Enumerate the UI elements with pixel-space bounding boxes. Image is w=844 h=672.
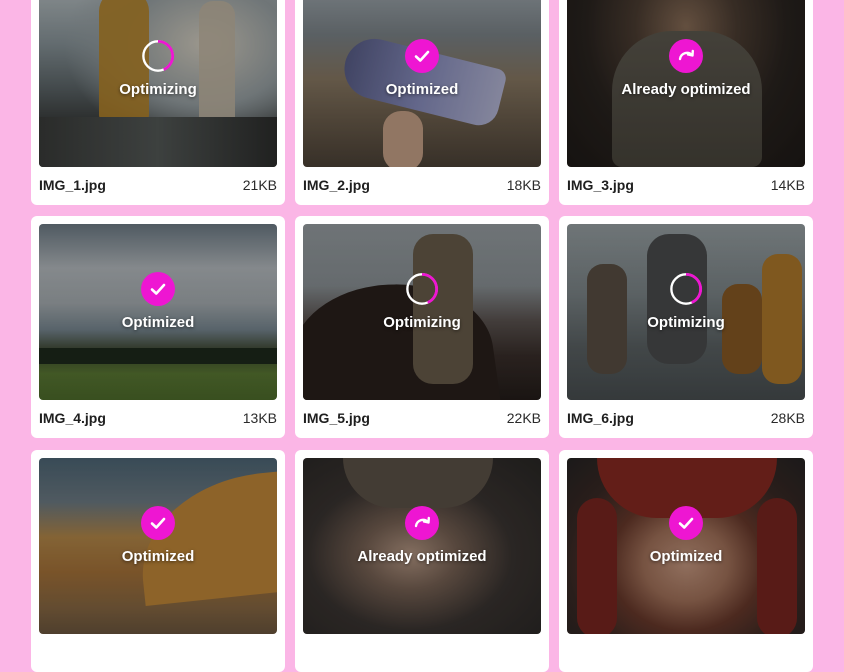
- image-card[interactable]: Optimized: [559, 450, 813, 672]
- image-thumbnail: Optimizing: [567, 224, 805, 400]
- status-label: Optimizing: [119, 81, 197, 98]
- spinner-icon: [141, 39, 175, 73]
- image-card[interactable]: Optimized IMG_4.jpg 13KB: [31, 216, 285, 438]
- image-card[interactable]: Already optimized: [295, 450, 549, 672]
- image-thumbnail: Optimizing: [39, 0, 277, 167]
- image-card[interactable]: Already optimized IMG_3.jpg 14KB: [559, 0, 813, 205]
- image-thumbnail: Optimized: [39, 458, 277, 634]
- image-thumbnail: Already optimized: [303, 458, 541, 634]
- file-size: 28KB: [770, 410, 805, 426]
- status-label: Optimized: [649, 548, 723, 565]
- image-thumbnail: Already optimized: [567, 0, 805, 167]
- status-overlay: Optimized: [39, 506, 277, 565]
- status-overlay: Already optimized: [567, 39, 805, 98]
- redo-arrow-icon: [405, 506, 439, 540]
- status-label: Optimized: [121, 548, 195, 565]
- file-size: 21KB: [242, 177, 277, 193]
- file-name: IMG_3.jpg: [567, 177, 634, 193]
- check-icon: [669, 506, 703, 540]
- image-thumbnail: Optimizing: [303, 224, 541, 400]
- status-overlay: Optimizing: [567, 272, 805, 331]
- status-overlay: Optimized: [567, 506, 805, 565]
- status-overlay: Optimizing: [303, 272, 541, 331]
- status-overlay: Optimizing: [39, 39, 277, 98]
- file-name: IMG_5.jpg: [303, 410, 370, 426]
- check-icon: [405, 39, 439, 73]
- status-overlay: Already optimized: [303, 506, 541, 565]
- file-size: 22KB: [506, 410, 541, 426]
- status-overlay: Optimized: [303, 39, 541, 98]
- image-card[interactable]: Optimized IMG_2.jpg 18KB: [295, 0, 549, 205]
- file-name: IMG_4.jpg: [39, 410, 106, 426]
- image-card[interactable]: Optimizing IMG_1.jpg 21KB: [31, 0, 285, 205]
- file-size: 13KB: [242, 410, 277, 426]
- status-label: Optimized: [385, 81, 459, 98]
- image-card[interactable]: Optimizing IMG_6.jpg 28KB: [559, 216, 813, 438]
- status-label: Optimizing: [647, 314, 725, 331]
- status-label: Already optimized: [357, 548, 487, 565]
- status-label: Optimizing: [383, 314, 461, 331]
- status-label: Optimized: [121, 314, 195, 331]
- spinner-icon: [405, 272, 439, 306]
- file-name: IMG_2.jpg: [303, 177, 370, 193]
- image-thumbnail: Optimized: [39, 224, 277, 400]
- image-card[interactable]: Optimized: [31, 450, 285, 672]
- file-name: IMG_6.jpg: [567, 410, 634, 426]
- spinner-icon: [669, 272, 703, 306]
- image-thumbnail: Optimized: [567, 458, 805, 634]
- image-card[interactable]: Optimizing IMG_5.jpg 22KB: [295, 216, 549, 438]
- image-thumbnail: Optimized: [303, 0, 541, 167]
- status-label: Already optimized: [621, 81, 751, 98]
- check-icon: [141, 506, 175, 540]
- file-size: 14KB: [770, 177, 805, 193]
- file-size: 18KB: [506, 177, 541, 193]
- file-name: IMG_1.jpg: [39, 177, 106, 193]
- status-overlay: Optimized: [39, 272, 277, 331]
- check-icon: [141, 272, 175, 306]
- redo-arrow-icon: [669, 39, 703, 73]
